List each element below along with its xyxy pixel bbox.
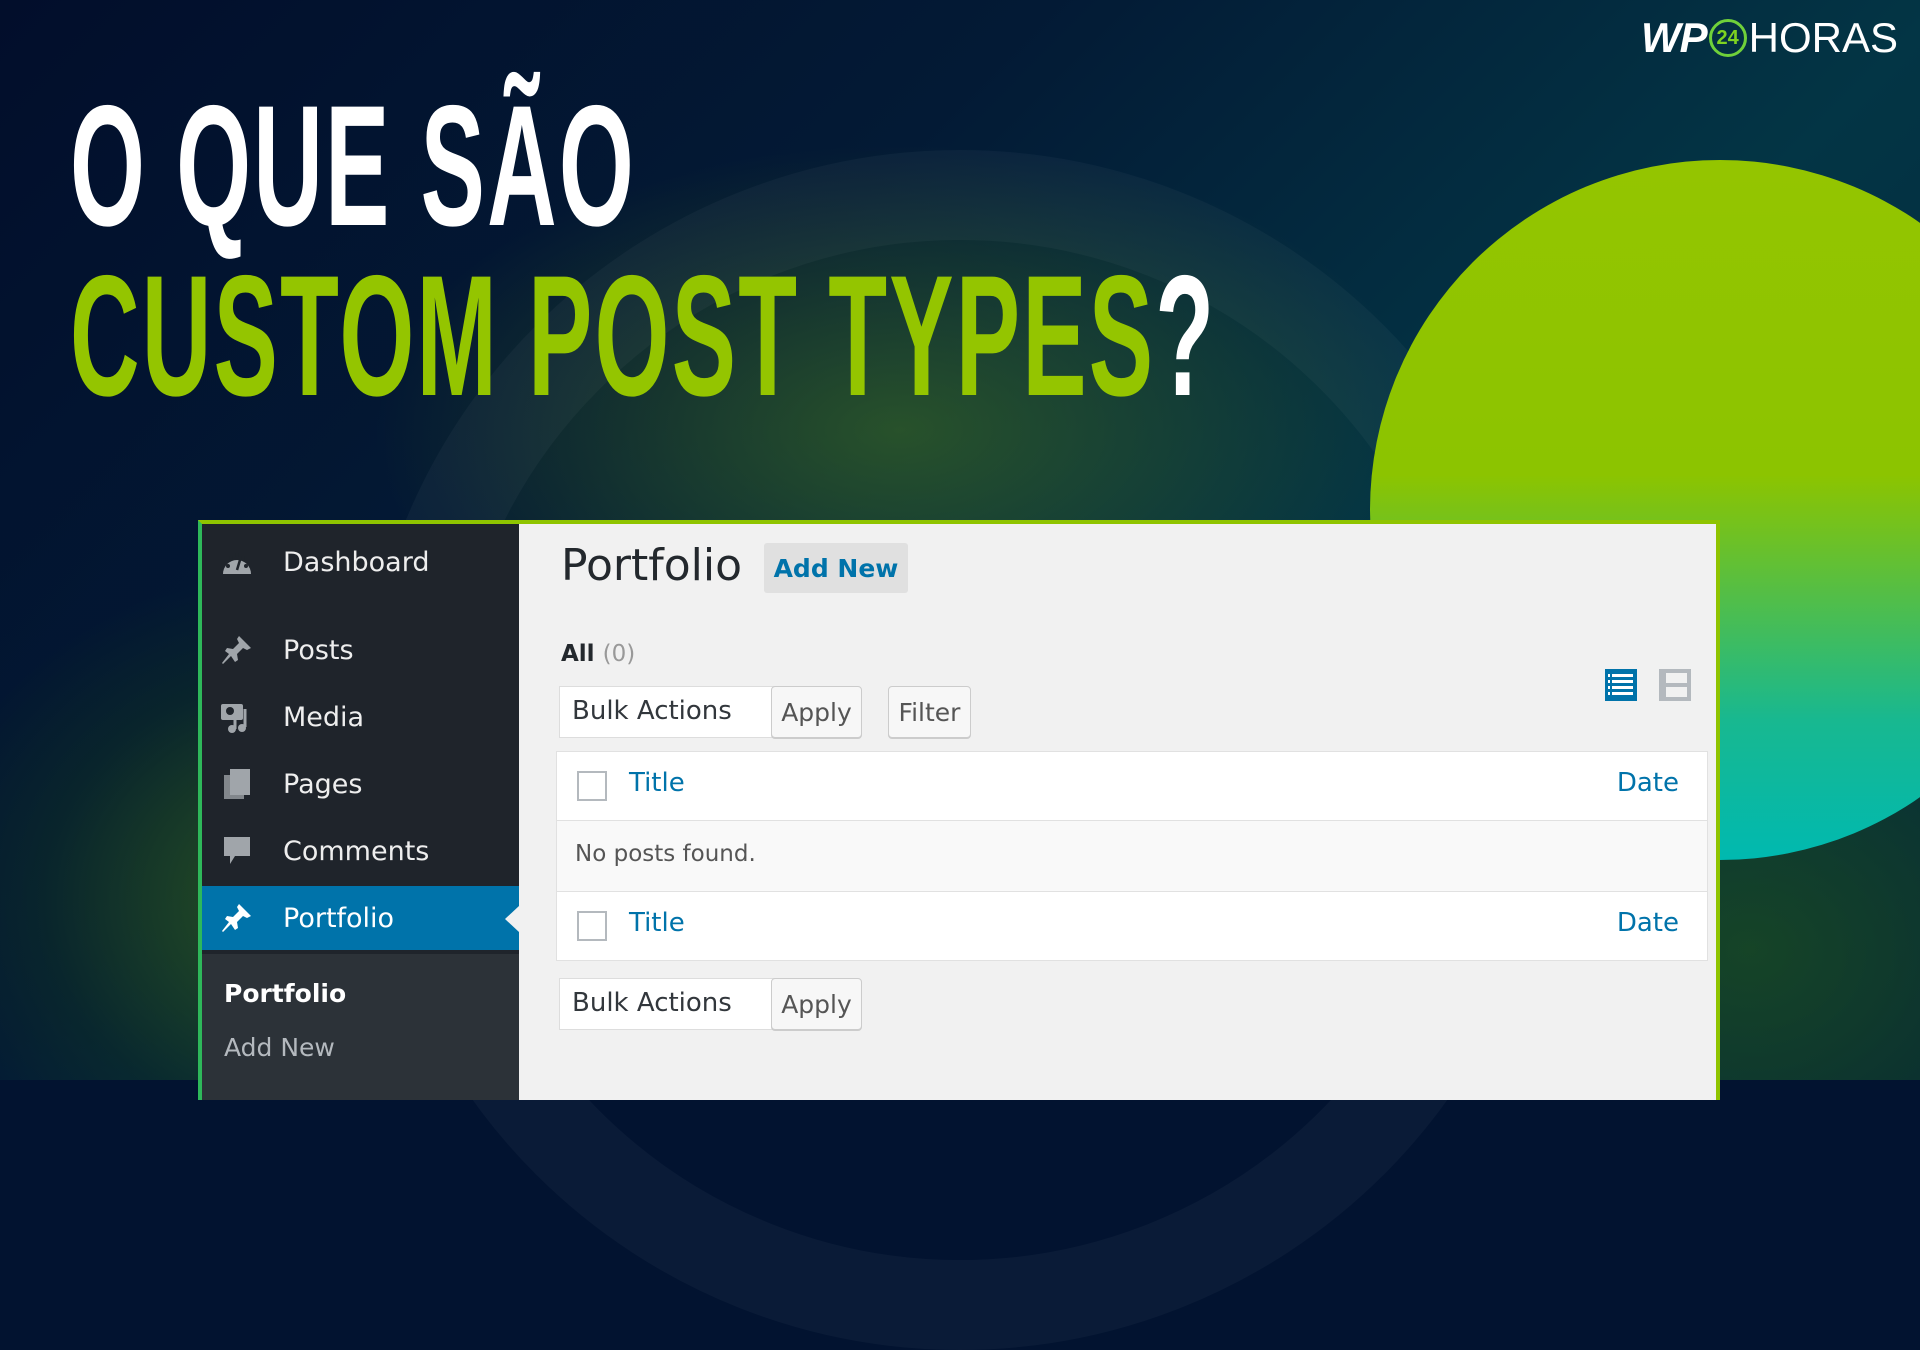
sidebar-item-label: Media [283, 701, 365, 733]
apply-button-top[interactable]: Apply [771, 686, 862, 738]
portfolio-submenu: Portfolio Add New [202, 954, 519, 1100]
table-header-row: Title Date [557, 752, 1707, 821]
filter-all-count: (0) [602, 641, 636, 667]
select-all-checkbox[interactable] [577, 771, 607, 801]
submenu-item-all-portfolio[interactable]: Portfolio [224, 979, 346, 1008]
pushpin-icon [217, 632, 257, 668]
sidebar-item-comments[interactable]: Comments [202, 819, 519, 883]
bulk-actions-value: Bulk Actions [572, 696, 732, 726]
filter-all-link[interactable]: All (0) [561, 641, 635, 667]
select-all-checkbox-footer[interactable] [577, 911, 607, 941]
admin-sidebar: Dashboard Posts Media Pages Comments Por… [202, 524, 519, 1100]
table-empty-row: No posts found. [557, 821, 1707, 892]
logo-wp: WP [1640, 14, 1708, 61]
sidebar-item-label: Comments [283, 835, 430, 867]
headline-line-2: CUSTOM POST TYPES? [70, 250, 1216, 422]
wp-admin-screenshot: Dashboard Posts Media Pages Comments Por… [198, 520, 1720, 1100]
logo-24-badge: 24 [1708, 19, 1747, 57]
apply-button-bottom[interactable]: Apply [771, 978, 862, 1030]
sidebar-item-posts[interactable]: Posts [202, 618, 519, 682]
sidebar-item-label: Posts [283, 634, 354, 666]
filter-button[interactable]: Filter [888, 686, 971, 738]
dashboard-icon [217, 544, 257, 580]
headline: O QUE SÃO CUSTOM POST TYPES? [70, 80, 1920, 422]
wp24horas-logo: WP 24 HORAS [1641, 14, 1898, 62]
posts-table: Title Date No posts found. Title Date [556, 751, 1708, 961]
table-footer-row: Title Date [557, 892, 1707, 960]
filter-all-label: All [561, 641, 595, 667]
sidebar-item-label: Portfolio [283, 902, 395, 934]
sidebar-item-portfolio[interactable]: Portfolio [202, 886, 519, 950]
main-content: Portfolio Add New All (0) Bulk Actions ❯… [519, 524, 1716, 1100]
sidebar-item-label: Pages [283, 768, 363, 800]
media-icon [217, 699, 257, 735]
sidebar-item-label: Dashboard [283, 546, 430, 578]
headline-line-1: O QUE SÃO [70, 70, 637, 262]
pushpin-icon [217, 900, 257, 936]
sidebar-item-dashboard[interactable]: Dashboard [202, 530, 519, 594]
no-posts-message: No posts found. [575, 841, 756, 867]
bulk-actions-select-bottom[interactable]: Bulk Actions ❯ [559, 978, 804, 1030]
bulk-actions-select-top[interactable]: Bulk Actions ❯ [559, 686, 804, 738]
comment-icon [217, 833, 257, 869]
pages-icon [217, 766, 257, 802]
list-view-icon[interactable] [1604, 668, 1638, 702]
sidebar-item-media[interactable]: Media [202, 685, 519, 749]
bulk-actions-value: Bulk Actions [572, 988, 732, 1018]
sidebar-item-pages[interactable]: Pages [202, 752, 519, 816]
add-new-button[interactable]: Add New [764, 543, 908, 593]
column-title-footer[interactable]: Title [629, 908, 685, 938]
excerpt-view-icon[interactable] [1658, 668, 1692, 702]
submenu-item-add-new[interactable]: Add New [224, 1033, 335, 1062]
column-date-footer[interactable]: Date [1617, 908, 1679, 938]
logo-horas: HORAS [1748, 14, 1898, 61]
question-mark: ? [1155, 240, 1217, 432]
column-date-header[interactable]: Date [1617, 768, 1679, 798]
page-title: Portfolio [561, 540, 743, 591]
headline-line-2-text: CUSTOM POST TYPES [70, 240, 1156, 432]
column-title-header[interactable]: Title [629, 768, 685, 798]
